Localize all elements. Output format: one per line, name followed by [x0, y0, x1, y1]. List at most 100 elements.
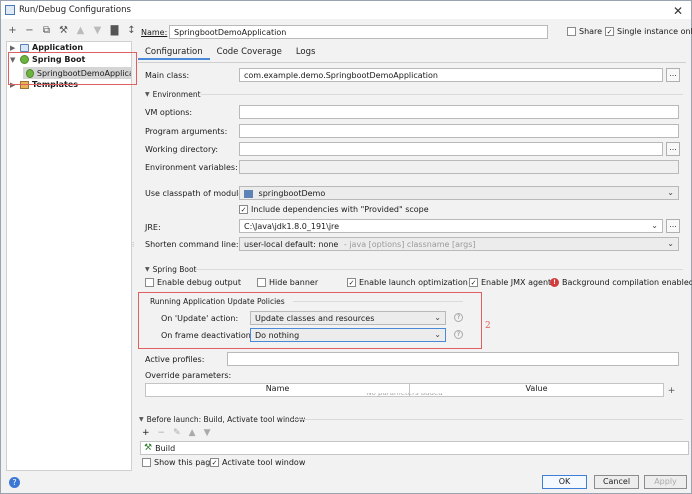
show-page-checkbox[interactable]: Show this page: [142, 458, 215, 467]
show-page-label: Show this page: [154, 458, 216, 467]
enable-jmx-label: Enable JMX agent: [481, 278, 552, 287]
override-params-label: Override parameters:: [145, 371, 232, 380]
tab-configuration[interactable]: Configuration: [138, 45, 210, 60]
annotation-box-tree: [8, 52, 137, 85]
working-dir-browse-button[interactable]: ...: [666, 142, 680, 156]
activate-tool-checkbox[interactable]: ✓ Activate tool window: [210, 458, 305, 467]
move-down-icon[interactable]: ▼: [92, 24, 103, 38]
vm-options-label: VM options:: [145, 108, 193, 117]
include-provided-checkbox[interactable]: ✓ Include dependencies with "Provided" s…: [239, 205, 429, 214]
add-icon[interactable]: +: [142, 428, 150, 438]
on-frame-value: Do nothing: [255, 331, 300, 340]
program-args-input[interactable]: [239, 124, 679, 138]
jre-select[interactable]: C:\Java\jdk1.8.0_191\jre ⌄: [239, 219, 663, 233]
annotation-number: 2: [485, 321, 491, 331]
add-icon[interactable]: +: [666, 384, 677, 398]
sort-icon[interactable]: ↕: [126, 24, 137, 38]
move-up-icon[interactable]: ▲: [189, 428, 196, 438]
copy-icon[interactable]: ⧉: [41, 24, 52, 38]
checkbox-box[interactable]: [257, 278, 266, 287]
remove-icon[interactable]: −: [158, 428, 166, 438]
on-update-value: Update classes and resources: [255, 314, 375, 323]
chevron-down-icon: ⌄: [667, 239, 674, 248]
error-icon: !: [550, 278, 559, 287]
wrench-icon[interactable]: ⚒: [58, 24, 69, 38]
enable-debug-label: Enable debug output: [157, 278, 241, 287]
help-icon[interactable]: ?: [9, 477, 20, 488]
classpath-label: Use classpath of module:: [145, 189, 247, 198]
env-vars-label: Environment variables:: [145, 163, 238, 172]
help-icon[interactable]: ?: [454, 313, 463, 322]
on-frame-select[interactable]: Do nothing ⌄: [250, 328, 446, 342]
chevron-down-icon: ⌄: [434, 313, 441, 322]
include-provided-label: Include dependencies with "Provided" sco…: [251, 205, 429, 214]
classpath-select[interactable]: springbootDemo ⌄: [239, 186, 679, 200]
checkbox-box[interactable]: [145, 278, 154, 287]
main-class-input[interactable]: com.example.demo.SpringbootDemoApplicati…: [239, 68, 663, 82]
apply-button[interactable]: Apply: [644, 475, 687, 489]
main-class-browse-button[interactable]: ...: [666, 68, 680, 82]
vm-options-input[interactable]: [239, 105, 679, 119]
window-title: Run/Debug Configurations: [19, 5, 131, 15]
working-dir-input[interactable]: [239, 142, 663, 156]
chevron-down-icon: ⌄: [651, 221, 658, 230]
share-label: Share: [579, 27, 603, 36]
checkbox-box[interactable]: ✓: [210, 458, 219, 467]
spring-boot-section[interactable]: ▼ Spring Boot: [145, 265, 196, 274]
move-up-icon[interactable]: ▲: [75, 24, 86, 38]
section-divider: [293, 419, 683, 420]
share-checkbox[interactable]: Share: [567, 27, 602, 36]
tab-code-coverage[interactable]: Code Coverage: [210, 45, 289, 60]
shorten-label: Shorten command line:: [145, 240, 239, 249]
before-launch-section[interactable]: ▼ Before launch: Build, Activate tool wi…: [139, 415, 305, 424]
section-divider: [201, 94, 683, 95]
active-profiles-input[interactable]: [227, 352, 679, 366]
remove-icon[interactable]: −: [24, 24, 35, 38]
tab-logs[interactable]: Logs: [289, 45, 323, 60]
on-update-select[interactable]: Update classes and resources ⌄: [250, 311, 446, 325]
chevron-down-icon: ⌄: [667, 188, 674, 197]
edit-icon[interactable]: ✎: [173, 428, 181, 438]
tree-item-application[interactable]: ▶ Application: [10, 43, 83, 52]
name-input[interactable]: SpringbootDemoApplication: [169, 25, 548, 39]
jre-browse-button[interactable]: ...: [666, 219, 680, 233]
environment-section[interactable]: ▼ Environment: [145, 90, 201, 99]
on-frame-label: On frame deactivation:: [161, 331, 254, 340]
enable-launch-opt-checkbox[interactable]: ✓ Enable launch optimization: [347, 278, 468, 287]
run-debug-dialog: Run/Debug Configurations ✕ + − ⧉ ⚒ ▲ ▼ ▇…: [0, 0, 692, 494]
enable-debug-checkbox[interactable]: Enable debug output: [145, 278, 241, 287]
checkbox-box[interactable]: ✓: [469, 278, 478, 287]
hide-banner-checkbox[interactable]: Hide banner: [257, 278, 318, 287]
enable-jmx-checkbox[interactable]: ✓ Enable JMX agent: [469, 278, 551, 287]
config-tabs: Configuration Code Coverage Logs: [138, 45, 322, 60]
checkbox-box[interactable]: [142, 458, 151, 467]
single-instance-checkbox[interactable]: ✓ Single instance only: [605, 27, 692, 36]
jre-value: C:\Java\jdk1.8.0_191\jre: [244, 222, 340, 231]
before-launch-title: Before launch: Build, Activate tool wind…: [146, 415, 306, 424]
cancel-button[interactable]: Cancel: [594, 475, 639, 489]
ok-button[interactable]: OK: [542, 475, 587, 489]
list-item[interactable]: ⚒ Build: [144, 443, 175, 453]
checkbox-box[interactable]: ✓: [239, 205, 248, 214]
shorten-value: user-local default: none: [244, 240, 339, 249]
env-vars-input[interactable]: [239, 160, 679, 174]
add-icon[interactable]: +: [7, 24, 18, 38]
chevron-right-icon[interactable]: ▶: [10, 44, 17, 52]
close-icon[interactable]: ✕: [673, 4, 683, 18]
shorten-select[interactable]: user-local default: none - java [options…: [239, 237, 679, 251]
checkbox-box[interactable]: [567, 27, 576, 36]
section-divider: [195, 269, 683, 270]
before-launch-list: ⚒ Build: [140, 441, 689, 455]
program-args-label: Program arguments:: [145, 127, 228, 136]
name-label: Name:: [141, 28, 168, 37]
checkbox-box[interactable]: ✓: [347, 278, 356, 287]
tree-toolbar: + − ⧉ ⚒ ▲ ▼ ▇ ↕: [7, 23, 137, 39]
bg-compile-label: Background compilation enabled: [562, 278, 692, 287]
splitter-handle[interactable]: ⁝: [132, 241, 135, 251]
move-down-icon[interactable]: ▼: [204, 428, 211, 438]
classpath-value: springbootDemo: [258, 189, 326, 198]
folder-icon[interactable]: ▇: [109, 24, 120, 38]
checkbox-box[interactable]: ✓: [605, 27, 614, 36]
help-icon[interactable]: ?: [454, 330, 463, 339]
title-bar: Run/Debug Configurations ✕: [1, 1, 691, 19]
